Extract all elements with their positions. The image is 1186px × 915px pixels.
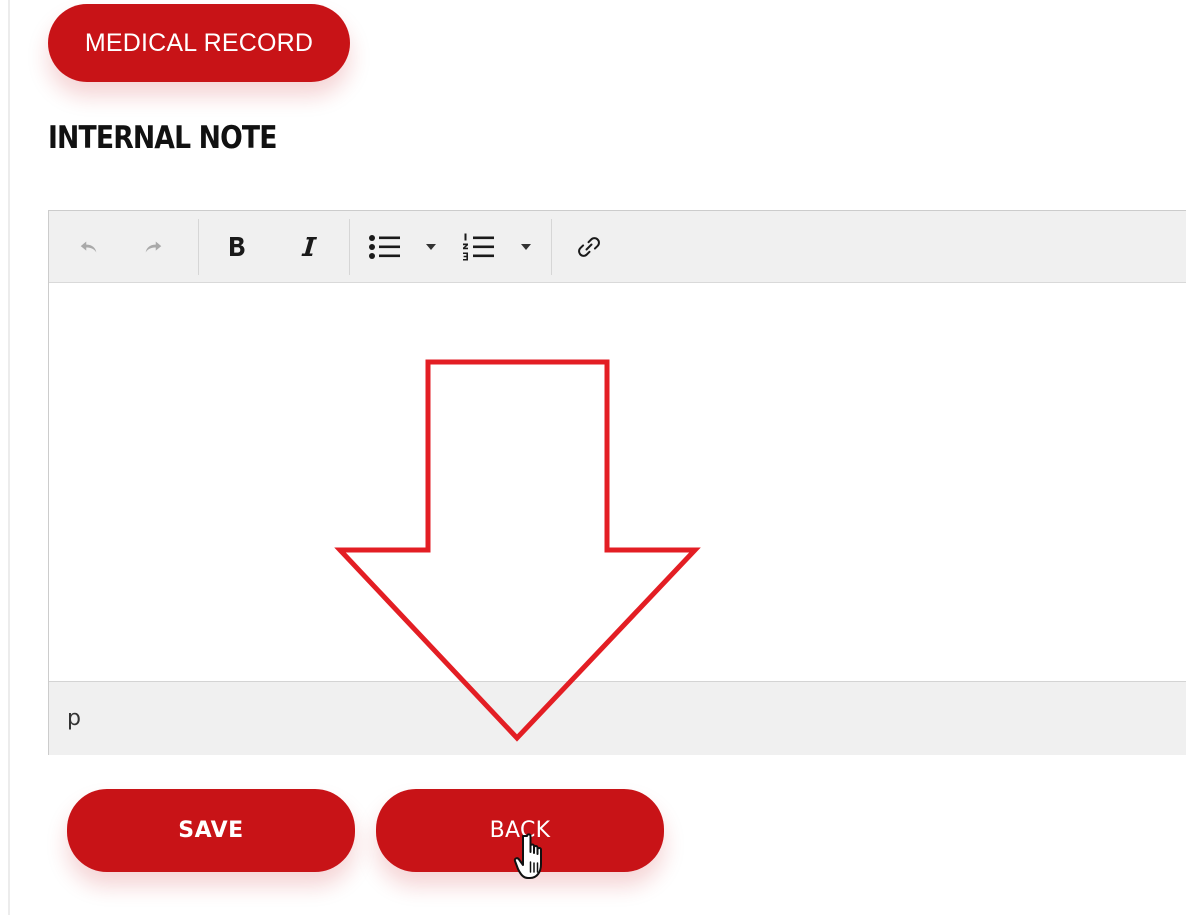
italic-icon	[301, 237, 317, 256]
toolbar-separator	[198, 219, 199, 275]
save-button[interactable]: SAVE	[67, 789, 355, 872]
numbered-list-icon	[463, 233, 494, 261]
link-icon	[578, 237, 600, 257]
insert-link-button[interactable]	[567, 225, 611, 269]
redo-button[interactable]	[131, 225, 175, 269]
element-path-label[interactable]: p	[67, 706, 81, 731]
bullet-list-button[interactable]	[363, 225, 407, 269]
medical-record-button[interactable]: MEDICAL RECORD	[48, 4, 350, 82]
chevron-down-icon	[426, 244, 436, 250]
numbered-list-button[interactable]	[457, 225, 501, 269]
italic-button[interactable]	[287, 225, 331, 269]
editor-statusbar: p	[49, 681, 1186, 755]
bullet-list-dropdown[interactable]	[419, 225, 443, 269]
bullet-list-icon	[369, 235, 400, 259]
bold-button[interactable]	[215, 225, 259, 269]
undo-icon	[80, 241, 97, 253]
undo-button[interactable]	[67, 225, 111, 269]
numbered-list-dropdown[interactable]	[514, 225, 538, 269]
editor-toolbar	[49, 211, 1186, 283]
editor-content-area[interactable]	[49, 283, 1186, 681]
toolbar-separator	[551, 219, 552, 275]
toolbar-separator	[349, 219, 350, 275]
bold-icon	[230, 237, 245, 256]
rich-text-editor: p	[48, 210, 1186, 755]
redo-icon	[145, 241, 162, 253]
page-left-border	[8, 0, 10, 915]
chevron-down-icon	[521, 244, 531, 250]
section-heading: INTERNAL NOTE	[48, 120, 277, 156]
back-button[interactable]: BACK	[376, 789, 664, 872]
